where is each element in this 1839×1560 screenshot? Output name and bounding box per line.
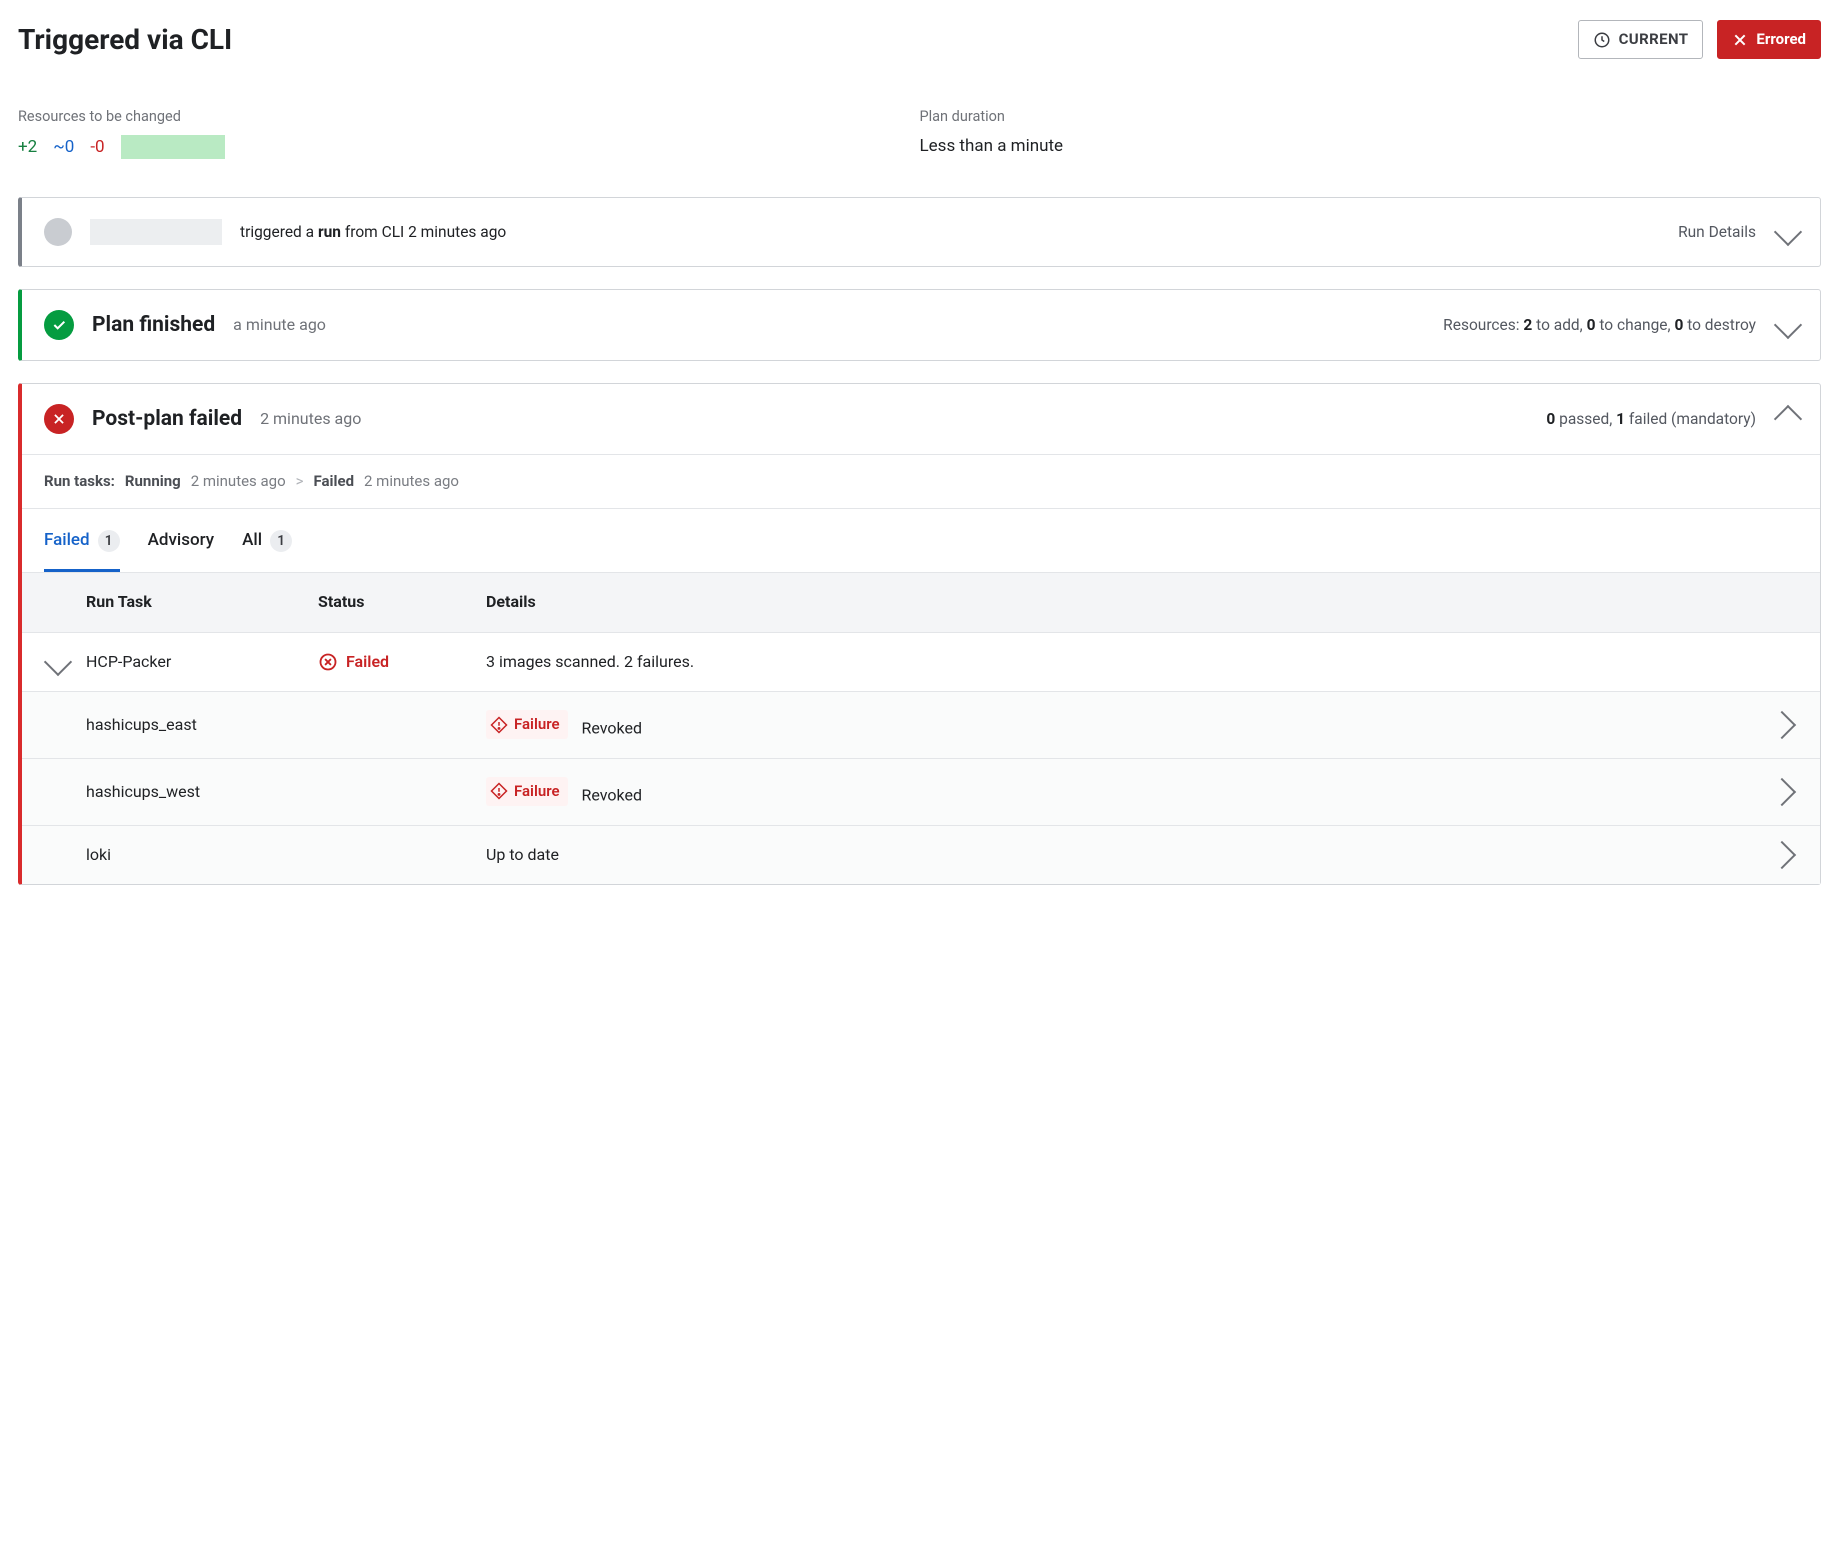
post-plan-header[interactable]: Post-plan failed 2 minutes ago 0 passed,…: [22, 384, 1820, 454]
plan-time: a minute ago: [233, 314, 326, 336]
alert-diamond-icon: [490, 716, 508, 734]
task-details: 3 images scanned. 2 failures.: [486, 651, 1758, 673]
task-name: loki: [86, 844, 318, 866]
plan-title: Plan finished: [92, 311, 215, 340]
chevron-down-icon[interactable]: [44, 648, 72, 676]
col-details: Details: [486, 591, 1758, 613]
task-name: hashicups_west: [86, 781, 318, 803]
errored-badge-label: Errored: [1756, 29, 1806, 50]
card-post-plan: Post-plan failed 2 minutes ago 0 passed,…: [18, 383, 1821, 885]
plan-duration-value: Less than a minute: [920, 135, 1822, 159]
task-details: Failure Revoked: [486, 710, 1758, 740]
task-details: Failure Revoked: [486, 777, 1758, 807]
x-circle-outline-icon: [318, 652, 338, 672]
chevron-up-icon[interactable]: [1774, 405, 1802, 433]
check-circle-icon: [44, 310, 74, 340]
resources-bar: [121, 135, 225, 159]
resources-label: Resources to be changed: [18, 107, 920, 127]
resources-add: +2: [18, 136, 37, 160]
post-plan-title: Post-plan failed: [92, 405, 242, 434]
clock-icon: [1593, 31, 1611, 49]
chevron-right-icon[interactable]: [1768, 841, 1796, 869]
col-run-task: Run Task: [86, 591, 318, 613]
run-task-breadcrumb: Run tasks: Running 2 minutes ago > Faile…: [22, 454, 1820, 508]
avatar: [44, 218, 72, 246]
chevron-down-icon[interactable]: [1774, 311, 1802, 339]
failure-badge: Failure: [486, 710, 568, 739]
table-row[interactable]: hashicups_west Failure Revoked: [22, 758, 1820, 825]
table-row[interactable]: HCP-Packer Failed 3 images scanned. 2 fa…: [22, 632, 1820, 691]
table-header: Run Task Status Details: [22, 573, 1820, 631]
resources-change: ~0: [53, 136, 74, 160]
failure-badge: Failure: [486, 777, 568, 806]
x-circle-icon: [44, 404, 74, 434]
table-row[interactable]: hashicups_east Failure Revoked: [22, 691, 1820, 758]
redacted-user: [90, 219, 222, 245]
triggered-text: triggered a run from CLI 2 minutes ago: [240, 222, 506, 244]
plan-duration-label: Plan duration: [920, 107, 1822, 127]
task-name: HCP-Packer: [86, 651, 318, 673]
resources-destroy: -0: [90, 136, 104, 160]
task-name: hashicups_east: [86, 714, 318, 736]
card-triggered[interactable]: triggered a run from CLI 2 minutes ago R…: [18, 197, 1821, 267]
status-failed: Failed: [318, 651, 486, 673]
table-row[interactable]: loki Up to date: [22, 825, 1820, 884]
chevron-right-icon[interactable]: [1768, 778, 1796, 806]
plan-summary: Resources: 2 to add, 0 to change, 0 to d…: [1443, 315, 1756, 337]
task-details: Up to date: [486, 844, 1758, 866]
run-details-link[interactable]: Run Details: [1678, 222, 1756, 244]
chevron-right-icon[interactable]: [1768, 711, 1796, 739]
chevron-down-icon[interactable]: [1774, 218, 1802, 246]
current-badge[interactable]: CURRENT: [1578, 20, 1704, 59]
tab-all[interactable]: All 1: [242, 509, 292, 572]
tab-failed[interactable]: Failed 1: [44, 509, 120, 572]
card-plan-finished[interactable]: Plan finished a minute ago Resources: 2 …: [18, 289, 1821, 361]
alert-diamond-icon: [490, 782, 508, 800]
col-status: Status: [318, 591, 486, 613]
errored-badge: Errored: [1717, 20, 1821, 59]
x-icon: [1732, 32, 1748, 48]
post-plan-summary: 0 passed, 1 failed (mandatory): [1546, 409, 1756, 431]
page-title: Triggered via CLI: [18, 20, 232, 59]
current-badge-label: CURRENT: [1619, 29, 1689, 50]
tab-advisory[interactable]: Advisory: [148, 509, 215, 572]
post-plan-time: 2 minutes ago: [260, 408, 361, 430]
